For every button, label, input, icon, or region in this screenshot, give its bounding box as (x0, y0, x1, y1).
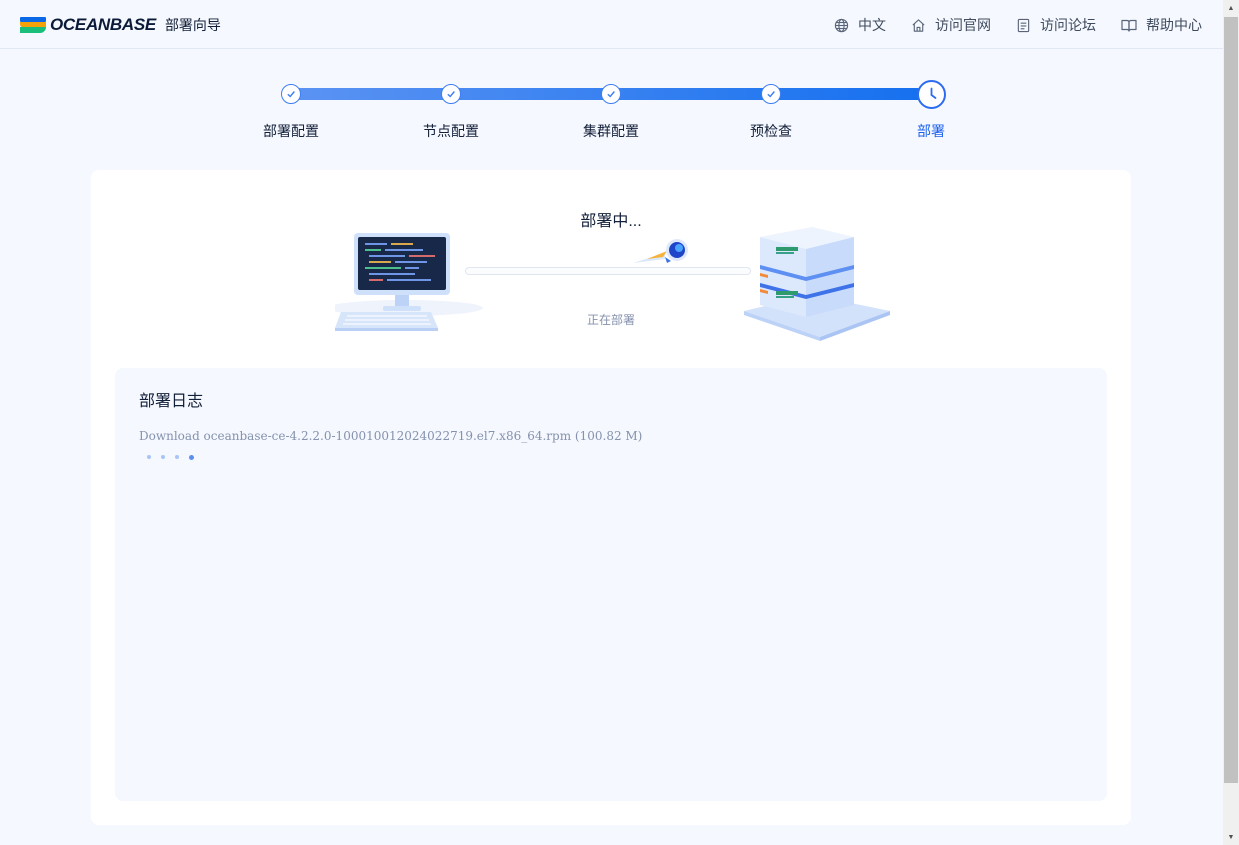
check-icon (767, 91, 775, 98)
step-3-done-marker (601, 84, 621, 104)
top-header: OCEANBASE 部署向导 中文 访问官网 访问论坛 帮助中心 (0, 0, 1223, 49)
loading-dots-icon (147, 455, 194, 460)
step-label-deploy: 部署 (917, 123, 945, 139)
step-5-current-marker (917, 80, 946, 109)
document-icon (1017, 18, 1030, 32)
step-label-deploy-config: 部署配置 (263, 123, 319, 139)
visit-forum-label: 访问论坛 (1040, 17, 1096, 33)
visit-forum-link[interactable]: 访问论坛 (1016, 15, 1096, 35)
step-2-done-marker (441, 84, 461, 104)
visit-website-link[interactable]: 访问官网 (911, 15, 991, 35)
clock-icon (930, 87, 937, 99)
oceanbase-logo-mark-icon (20, 17, 46, 33)
scroll-up-arrow-icon[interactable]: ▲ (1223, 0, 1239, 16)
check-icon (607, 91, 615, 98)
deploy-status-text: 正在部署 (586, 313, 635, 327)
deploy-progress-bar (465, 267, 751, 275)
language-switch[interactable]: 中文 (834, 15, 886, 35)
deploy-card: 部署中... 正在部署 部署日志 Download oceanbase-ce-4… (91, 170, 1131, 825)
scrollbar-thumb[interactable] (1224, 17, 1238, 783)
visit-website-label: 访问官网 (935, 17, 991, 33)
logo-text: OCEANBASE (50, 15, 156, 34)
deploy-log-panel[interactable]: 部署日志 Download oceanbase-ce-4.2.2.0-10001… (115, 368, 1107, 801)
book-icon (1121, 19, 1137, 32)
step-1-done-marker (281, 84, 301, 104)
app-title: 部署向导 (164, 17, 221, 33)
deploy-log-line: Download oceanbase-ce-4.2.2.0-1000100120… (139, 429, 643, 443)
deploy-status-title: 部署中... (580, 213, 642, 230)
check-icon (447, 91, 455, 98)
step-4-done-marker (761, 84, 781, 104)
step-label-node-config: 节点配置 (423, 123, 479, 139)
rocket-illustration (633, 239, 688, 263)
oceanbase-logo[interactable]: OCEANBASE 部署向导 (20, 15, 221, 35)
deploy-log-title: 部署日志 (139, 393, 204, 410)
scroll-down-arrow-icon[interactable]: ▼ (1223, 829, 1239, 845)
help-center-label: 帮助中心 (1146, 17, 1202, 33)
language-switch-label: 中文 (858, 17, 886, 33)
home-icon (912, 18, 925, 32)
check-icon (287, 91, 295, 98)
help-center-link[interactable]: 帮助中心 (1121, 15, 1202, 35)
globe-icon (834, 18, 849, 32)
step-label-precheck: 预检查 (750, 123, 792, 139)
vertical-scrollbar[interactable]: ▲ ▼ (1223, 0, 1239, 845)
step-label-cluster-config: 集群配置 (583, 123, 639, 139)
